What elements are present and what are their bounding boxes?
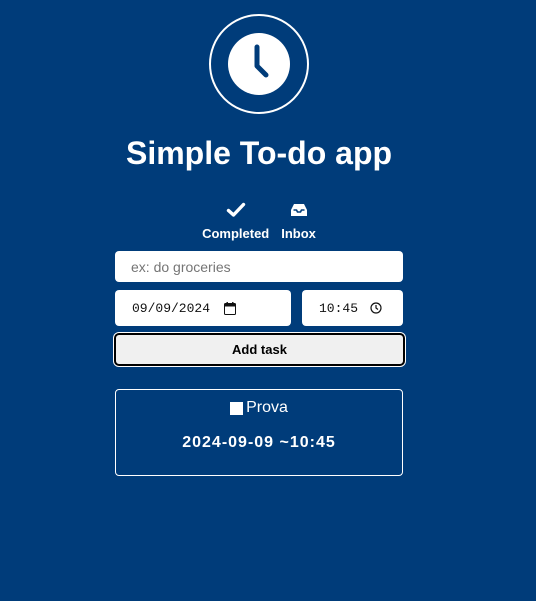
- app-logo: [209, 14, 309, 114]
- date-input[interactable]: 09/09/2024: [115, 290, 291, 326]
- nav-inbox[interactable]: Inbox: [281, 200, 316, 242]
- inbox-icon: [290, 204, 307, 216]
- add-task-button[interactable]: Add task: [114, 333, 405, 366]
- page-title: Simple To-do app: [125, 135, 393, 171]
- calendar-icon[interactable]: [224, 301, 237, 315]
- date-value: 09/09/2024: [132, 300, 211, 316]
- app-page: Simple To-do app Completed Inbox 09/09/2…: [0, 0, 536, 601]
- task-datetime: 2024-09-09 ~10:45: [182, 434, 336, 451]
- nav-bar: Completed Inbox: [0, 200, 518, 242]
- task-name: Prova: [246, 399, 288, 416]
- task-checkbox[interactable]: [230, 401, 244, 415]
- clock-icon: [228, 33, 290, 95]
- clock-picker-icon[interactable]: [370, 302, 382, 314]
- nav-inbox-label: Inbox: [281, 226, 316, 241]
- time-input[interactable]: 10:45: [302, 290, 403, 326]
- checkmark-icon: [226, 202, 245, 217]
- task-input[interactable]: [115, 251, 403, 282]
- nav-completed-label: Completed: [202, 226, 270, 241]
- time-value: 10:45: [319, 300, 359, 316]
- task-card: Prova 2024-09-09 ~10:45: [115, 389, 403, 476]
- task-row: Prova: [116, 399, 402, 417]
- nav-completed[interactable]: Completed: [202, 200, 269, 242]
